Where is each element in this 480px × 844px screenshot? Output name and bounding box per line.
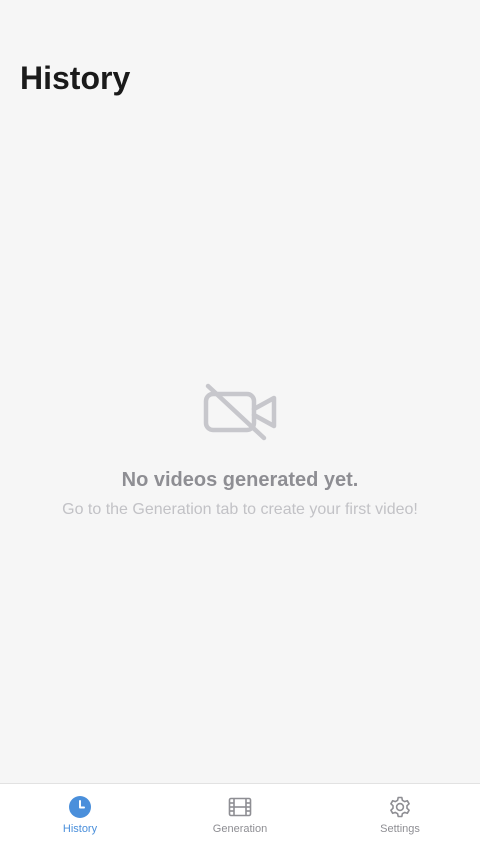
film-icon bbox=[228, 797, 252, 817]
empty-state-subtitle: Go to the Generation tab to create your … bbox=[62, 501, 418, 518]
gear-icon bbox=[390, 796, 410, 818]
tab-history[interactable]: History bbox=[0, 784, 160, 844]
tab-settings-label: Settings bbox=[380, 823, 420, 835]
page-title: History bbox=[20, 60, 131, 96]
video-off-icon bbox=[203, 383, 277, 441]
empty-state-title: No videos generated yet. bbox=[121, 469, 359, 491]
tab-history-label: History bbox=[62, 823, 98, 835]
tab-generation-label: Generation bbox=[212, 823, 268, 835]
clock-icon bbox=[69, 796, 91, 818]
tab-settings[interactable]: Settings bbox=[320, 784, 480, 844]
tab-generation[interactable]: Generation bbox=[160, 784, 320, 844]
tab-bar: History Generation Settings bbox=[0, 783, 480, 844]
empty-state: No videos generated yet. Go to the Gener… bbox=[0, 380, 480, 520]
